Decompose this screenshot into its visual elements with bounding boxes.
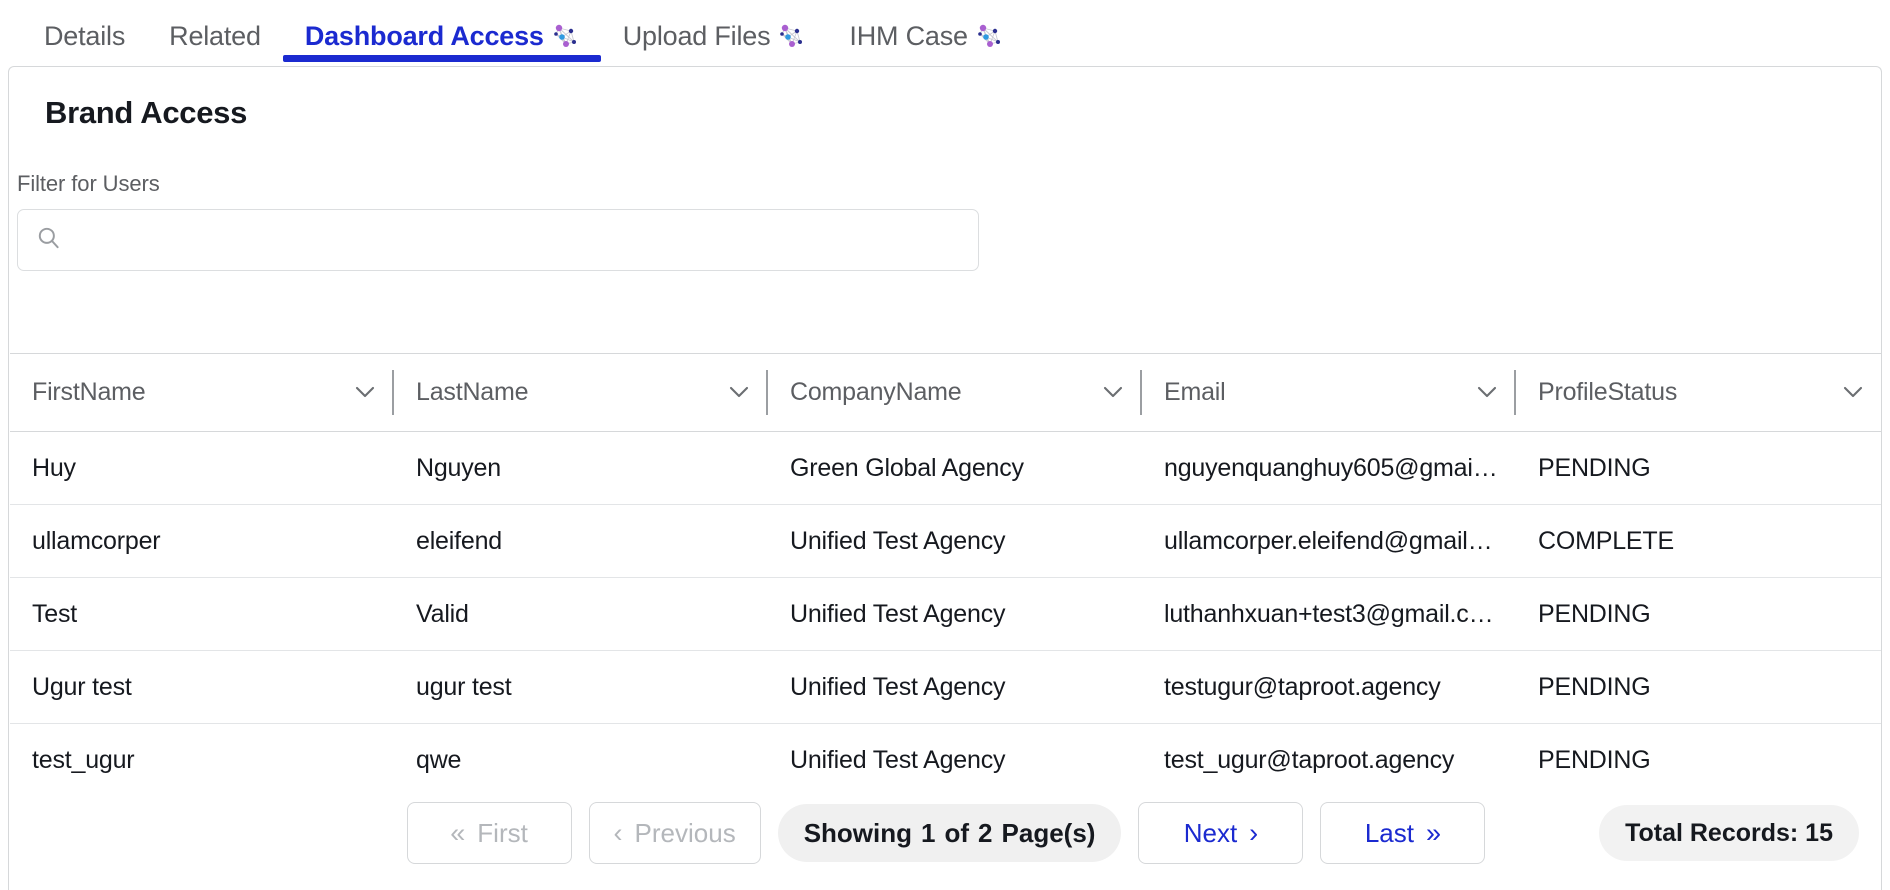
- cell-lastname: Nguyen: [394, 431, 768, 505]
- chevron-down-icon[interactable]: [1092, 378, 1126, 407]
- cell-lastname: ugur test: [394, 650, 768, 724]
- users-table-scroll[interactable]: FirstName LastName CompanyName Email Pro…: [10, 353, 1881, 773]
- cell-firstname: test_ugur: [10, 723, 394, 773]
- cell-companyname: Unified Test Agency: [768, 650, 1142, 724]
- table-row[interactable]: Test Valid Unified Test Agency luthanhxu…: [10, 577, 1881, 651]
- cell-firstname: Ugur test: [10, 650, 394, 724]
- tab-details[interactable]: Details: [22, 0, 147, 62]
- cell-email: testugur@taproot.agency: [1142, 650, 1516, 724]
- column-header-firstname[interactable]: FirstName: [10, 353, 394, 432]
- chevron-down-icon[interactable]: [344, 378, 378, 407]
- search-icon: [36, 225, 62, 256]
- cell-profilestatus: PENDING: [1516, 577, 1881, 651]
- column-header-label: Email: [1164, 378, 1226, 406]
- cell-email: ullamcorper.eleifend@gmail…: [1142, 504, 1516, 578]
- network-graph-icon: [553, 22, 579, 50]
- current-page-number: 1: [921, 817, 936, 848]
- chevron-left-icon: ‹: [613, 817, 623, 848]
- next-page-button[interactable]: Next ›: [1138, 802, 1304, 864]
- tab-related[interactable]: Related: [147, 0, 283, 62]
- last-page-label: Last: [1364, 817, 1414, 848]
- table-body: Huy Nguyen Green Global Agency nguyenqua…: [10, 431, 1881, 773]
- tab-label: Upload Files: [622, 20, 771, 51]
- search-box[interactable]: [17, 209, 979, 271]
- column-header-profilestatus[interactable]: ProfileStatus: [1516, 353, 1881, 432]
- network-graph-icon: [977, 22, 1003, 50]
- users-table: FirstName LastName CompanyName Email Pro…: [10, 353, 1881, 773]
- cell-lastname: eleifend: [394, 504, 768, 578]
- total-pages-number: 2: [978, 817, 993, 848]
- column-header-label: FirstName: [32, 378, 146, 406]
- chevron-down-icon[interactable]: [718, 378, 752, 407]
- cell-lastname: qwe: [394, 723, 768, 773]
- search-input[interactable]: [76, 226, 960, 254]
- next-page-label: Next: [1183, 817, 1238, 848]
- cell-companyname: Unified Test Agency: [768, 504, 1142, 578]
- chevron-right-icon: ›: [1249, 817, 1259, 848]
- tab-label: Dashboard Access: [304, 20, 544, 51]
- last-page-button[interactable]: Last »: [1320, 802, 1486, 864]
- tab-active-underline: [282, 55, 601, 62]
- network-graph-icon: [779, 22, 805, 50]
- column-header-lastname[interactable]: LastName: [394, 353, 768, 432]
- chevron-down-icon[interactable]: [1832, 378, 1866, 407]
- tab-label: Related: [169, 20, 261, 51]
- brand-access-card: Brand Access Filter for Users FirstName: [8, 66, 1882, 890]
- previous-page-label: Previous: [634, 817, 736, 848]
- column-header-label: CompanyName: [790, 378, 962, 406]
- double-chevron-left-icon: «: [450, 817, 466, 848]
- showing-prefix: Showing: [803, 817, 913, 848]
- chevron-down-icon[interactable]: [1466, 378, 1500, 407]
- cell-companyname: Unified Test Agency: [768, 723, 1142, 773]
- cell-firstname: Huy: [10, 431, 394, 505]
- cell-profilestatus: PENDING: [1516, 431, 1881, 505]
- column-header-companyname[interactable]: CompanyName: [768, 353, 1142, 432]
- previous-page-button[interactable]: ‹ Previous: [588, 802, 761, 864]
- tab-label: Details: [44, 20, 126, 51]
- table-row[interactable]: ullamcorper eleifend Unified Test Agency…: [10, 504, 1881, 578]
- table-row[interactable]: Ugur test ugur test Unified Test Agency …: [10, 650, 1881, 724]
- table-row[interactable]: Huy Nguyen Green Global Agency nguyenqua…: [10, 431, 1881, 505]
- tab-label: IHM Case: [849, 20, 968, 51]
- table-row[interactable]: test_ugur qwe Unified Test Agency test_u…: [10, 723, 1881, 773]
- cell-firstname: Test: [10, 577, 394, 651]
- first-page-label: First: [477, 817, 528, 848]
- cell-email: nguyenquanghuy605@gmai…: [1142, 431, 1516, 505]
- column-header-label: LastName: [416, 378, 529, 406]
- first-page-button[interactable]: « First: [406, 802, 572, 864]
- tab-ihm-case[interactable]: IHM Case: [827, 0, 1024, 62]
- of-text: of: [944, 817, 970, 848]
- pages-suffix: Page(s): [1001, 817, 1096, 848]
- cell-profilestatus: COMPLETE: [1516, 504, 1881, 578]
- column-header-email[interactable]: Email: [1142, 353, 1516, 432]
- cell-profilestatus: PENDING: [1516, 650, 1881, 724]
- total-records-badge: Total Records: 15: [1599, 805, 1859, 861]
- cell-email: luthanhxuan+test3@gmail.c…: [1142, 577, 1516, 651]
- cell-email: test_ugur@taproot.agency: [1142, 723, 1516, 773]
- tab-bar: Details Related Dashboard Access Upload …: [0, 0, 1890, 62]
- page-indicator: Showing 1 of 2 Page(s): [777, 804, 1122, 862]
- column-header-label: ProfileStatus: [1538, 378, 1678, 406]
- tab-upload-files[interactable]: Upload Files: [601, 0, 828, 62]
- cell-profilestatus: PENDING: [1516, 723, 1881, 773]
- page-title: Brand Access: [45, 95, 248, 130]
- double-chevron-right-icon: »: [1426, 817, 1442, 848]
- tab-dashboard-access[interactable]: Dashboard Access: [282, 0, 601, 62]
- filter-for-users-label: Filter for Users: [17, 171, 160, 196]
- cell-lastname: Valid: [394, 577, 768, 651]
- cell-companyname: Green Global Agency: [768, 431, 1142, 505]
- cell-companyname: Unified Test Agency: [768, 577, 1142, 651]
- cell-firstname: ullamcorper: [10, 504, 394, 578]
- table-header-row: FirstName LastName CompanyName Email Pro…: [10, 353, 1881, 432]
